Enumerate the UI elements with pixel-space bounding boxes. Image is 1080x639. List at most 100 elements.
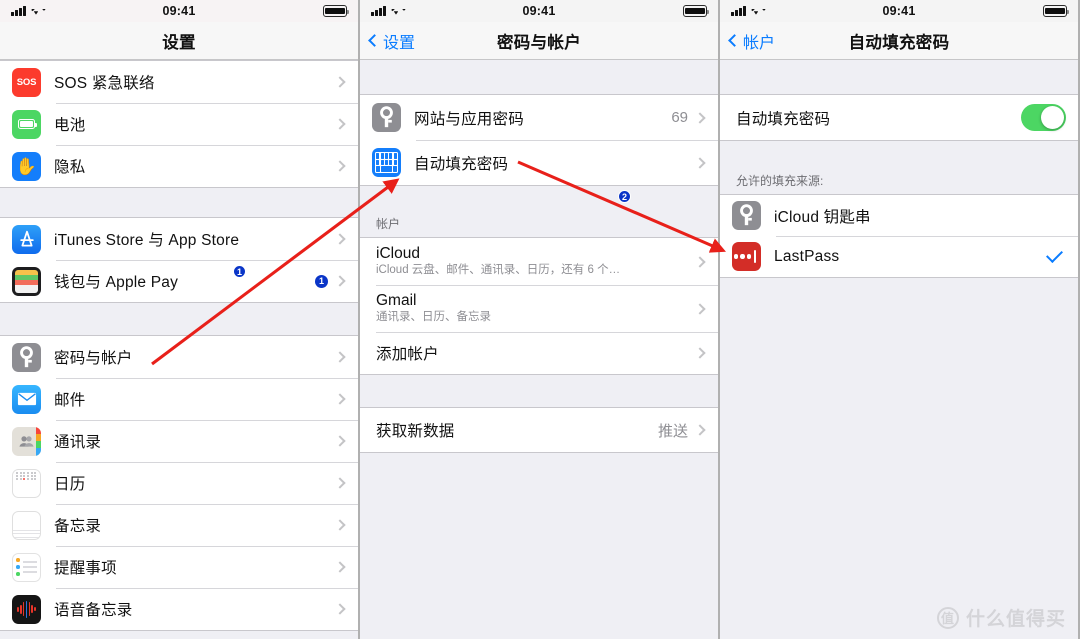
account-subtitle: iCloud 云盘、邮件、通讯录、日历，还有 6 个… [376,264,621,276]
sidebar-item-battery[interactable]: 电池 [0,103,358,145]
chevron-right-icon [334,561,346,573]
privacy-hand-icon: ✋ [12,151,41,181]
status-bar: 09:41 [720,0,1078,22]
nav-bar-settings: 设置 [0,22,358,60]
chevron-right-icon [694,347,706,359]
wallet-icon [12,266,41,296]
chevron-right-icon [334,393,346,405]
page-title: 设置 [162,33,196,52]
status-bar: 09:41 [360,0,718,22]
sidebar-item-privacy[interactable]: ✋ 隐私 [0,145,358,187]
mail-icon [12,384,41,414]
status-bar-right [1043,5,1070,17]
row-label: 钱包与 Apple Pay [54,274,179,291]
status-bar-time: 09:41 [162,4,196,18]
notes-icon [12,510,41,540]
section-header-accounts: 帐户 [360,208,718,237]
sidebar-item-wallet-applepay[interactable]: 钱包与 Apple Pay 1 [0,260,358,302]
phone-panel-autofill-passwords: 09:41 帐户 自动填充密码 自动填充密码 允许的填充来源: iCloud 钥… [720,0,1080,639]
chevron-right-icon [334,477,346,489]
row-label: 自动填充密码 [414,155,509,173]
row-value-count: 69 [671,109,688,126]
settings-group-apps: 密码与帐户 邮件 通讯录 日历 备忘录 提醒事项 语音备忘录 [0,335,358,631]
sidebar-item-contacts[interactable]: 通讯录 [0,420,358,462]
sidebar-item-passwords-accounts[interactable]: 密码与帐户 [0,336,358,378]
account-title: iCloud [376,245,420,262]
status-bar-time: 09:41 [522,4,556,18]
row-fetch-new-data[interactable]: 获取新数据 推送 [360,408,718,452]
battery-icon [12,109,41,139]
nav-bar-autofill: 帐户 自动填充密码 [720,22,1078,60]
reminders-icon [12,552,41,582]
chevron-right-icon [334,118,346,130]
sidebar-item-calendar[interactable]: 日历 [0,462,358,504]
battery-full-icon [1043,5,1070,17]
settings-group-store: iTunes Store 与 App Store 钱包与 Apple Pay 1 [0,217,358,303]
sos-icon: SOS [12,67,41,97]
status-bar: 09:41 [0,0,358,22]
settings-scroll-area[interactable]: SOS SOS 紧急联络 电池 ✋ 隐私 iTunes Store 与 App … [0,60,358,639]
group-spacer [360,60,718,94]
watermark: 值 什么值得买 [936,604,1066,631]
autofill-toggle-group: 自动填充密码 [720,94,1078,141]
group-spacer [720,60,1078,94]
row-label: LastPass [774,247,840,265]
row-label: 电池 [54,117,86,134]
row-label: 通讯录 [54,434,102,451]
lastpass-icon [732,242,761,271]
group-spacer [0,303,358,335]
back-button[interactable]: 帐户 [728,29,776,53]
autofill-passwords-toggle[interactable] [1021,104,1066,131]
chevron-right-icon [334,519,346,531]
chevron-left-icon [368,34,381,47]
chevron-left-icon [728,34,741,47]
row-autofill-toggle[interactable]: 自动填充密码 [720,95,1078,140]
row-autofill-passwords[interactable]: 自动填充密码 [360,140,718,185]
annotation-marker-2: 2 [618,190,631,203]
row-value-fetch: 推送 [657,422,688,440]
row-label: 获取新数据 [376,423,455,440]
row-add-account[interactable]: 添加帐户 [360,332,718,374]
battery-full-icon [683,5,710,17]
row-label: iCloud 钥匙串 [774,208,871,226]
back-button[interactable]: 设置 [368,29,415,53]
row-account-gmail[interactable]: Gmail 通讯录、日历、备忘录 [360,285,718,332]
row-label: 提醒事项 [54,560,117,577]
row-source-icloud-keychain[interactable]: iCloud 钥匙串 [720,195,1078,236]
autofill-sources-group: iCloud 钥匙串 LastPass [720,194,1078,278]
sidebar-item-itunes-appstore[interactable]: iTunes Store 与 App Store [0,218,358,260]
passwords-scroll-area[interactable]: 网站与应用密码 69 自动填充密码 帐户 iCloud iCloud 云盘、邮件… [360,60,718,639]
back-button-label: 帐户 [743,34,776,52]
row-label: 日历 [54,476,86,493]
chevron-right-icon [694,255,706,268]
row-label: SOS 紧急联络 [54,75,155,92]
account-labels: iCloud iCloud 云盘、邮件、通讯录、日历，还有 6 个… [376,245,696,278]
autofill-scroll-area[interactable]: 自动填充密码 允许的填充来源: iCloud 钥匙串 LastPass [720,60,1078,639]
sidebar-item-voice-memos[interactable]: 语音备忘录 [0,588,358,630]
watermark-text: 什么值得买 [965,609,1066,630]
row-label: 语音备忘录 [54,602,133,619]
chevron-right-icon [694,111,706,124]
row-label: 邮件 [54,392,86,409]
row-website-app-passwords[interactable]: 网站与应用密码 69 [360,95,718,140]
nav-bar-passwords: 设置 密码与帐户 [360,22,718,60]
watermark-logo: 值 [936,606,959,629]
sidebar-item-notes[interactable]: 备忘录 [0,504,358,546]
battery-full-icon [323,5,350,17]
group-spacer [360,186,718,208]
status-bar-right [683,5,710,17]
sidebar-item-reminders[interactable]: 提醒事项 [0,546,358,588]
group-spacer [720,141,1078,165]
chevron-right-icon [694,424,706,436]
key-icon [12,342,41,372]
row-account-icloud[interactable]: iCloud iCloud 云盘、邮件、通讯录、日历，还有 6 个… [360,238,718,285]
sidebar-item-sos[interactable]: SOS SOS 紧急联络 [0,61,358,103]
row-source-lastpass[interactable]: LastPass [720,236,1078,277]
row-label: 备忘录 [54,518,102,535]
row-label: iTunes Store 与 App Store [54,232,240,249]
status-bar-right [323,5,350,17]
phone-panel-passwords-accounts: 09:41 设置 密码与帐户 网站与应用密码 69 自动填充密码 帐户 iClo… [360,0,720,639]
status-bar-time: 09:41 [882,4,916,18]
sidebar-item-mail[interactable]: 邮件 [0,378,358,420]
sos-icon-text: SOS [16,76,37,88]
